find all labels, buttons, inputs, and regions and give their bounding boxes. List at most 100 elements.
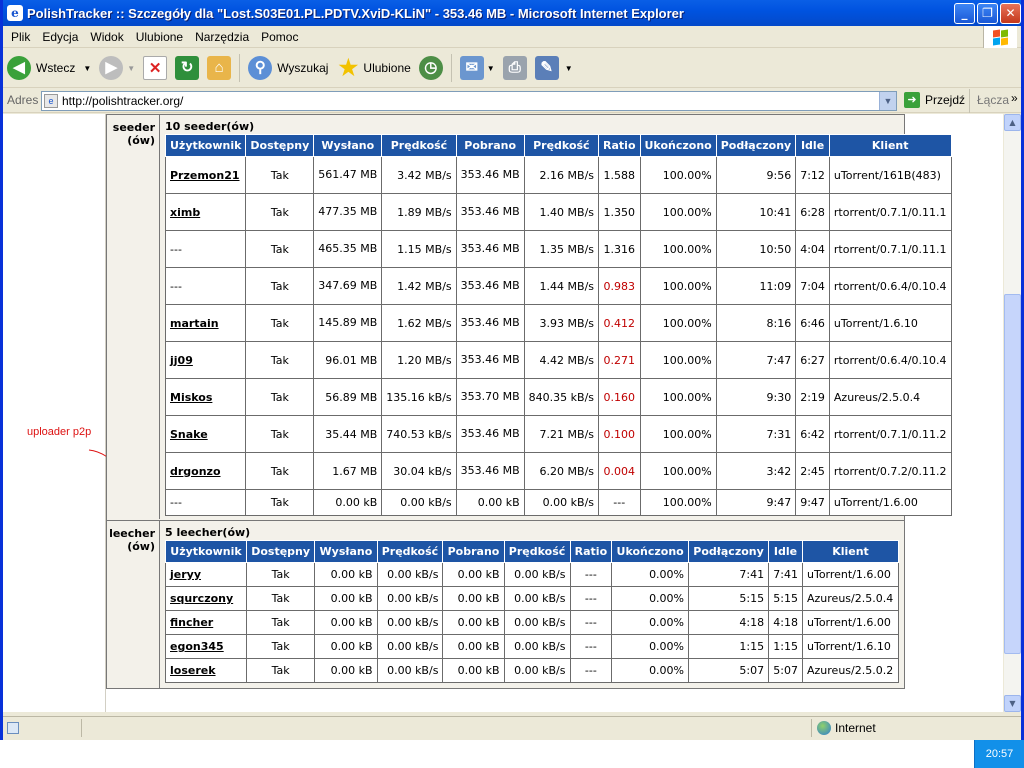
leechers-table: Użytkownik Dostępny Wysłano Prędkość Pobrano… — [165, 540, 899, 683]
scroll-down-icon[interactable]: ▼ — [1004, 695, 1021, 712]
downloaded-cell: 0.00 kB — [442, 658, 505, 683]
upload-speed-cell: 0.00 kB/s — [376, 634, 444, 659]
print-button[interactable]: ⎙ — [499, 51, 531, 85]
links-label[interactable]: Łącza — [977, 93, 1009, 107]
globe-icon — [817, 721, 831, 735]
column-header: Idle — [768, 540, 803, 563]
column-header: Klient — [828, 134, 952, 157]
close-button[interactable]: ✕ — [1000, 3, 1021, 24]
chevron-right-icon[interactable]: » — [1011, 91, 1018, 105]
client-cell: uTorrent/1.6.00 — [828, 489, 952, 516]
idle-cell: 6:42 — [795, 415, 830, 453]
chevron-down-icon: ▼ — [127, 63, 136, 73]
search-icon: ⚲ — [248, 56, 273, 80]
search-button[interactable]: ⚲ Wyszukaj — [244, 51, 332, 85]
menu-tools[interactable]: Narzędzia — [189, 30, 255, 44]
user-cell[interactable]: fincher — [165, 610, 247, 635]
menu-edit[interactable]: Edycja — [36, 30, 84, 44]
title-bar: e PolishTracker :: Szczegóły dla "Lost.S… — [3, 0, 1021, 26]
completed-cell: 100.00% — [639, 452, 717, 490]
system-clock: 20:57 — [974, 740, 1024, 768]
user-cell[interactable]: jj09 — [164, 341, 247, 379]
table-row: ximb Tak 477.35 MB 1.89 MB/s 353.46 MB 1.40 M… — [164, 193, 952, 231]
search-label: Wyszukaj — [277, 61, 329, 75]
maximize-button[interactable]: ❐ — [977, 3, 998, 24]
seeders-section: seeder (ów) 10 seeder(ów) Użytkownik Dost… — [107, 115, 952, 520]
ratio-cell: 0.983 — [598, 267, 641, 305]
table-row: Przemon21 Tak 561.47 MB 3.42 MB/s 353.46 MB 2… — [164, 156, 952, 194]
download-speed-cell: 0.00 kB/s — [503, 610, 571, 635]
edit-button[interactable]: ✎ ▼ — [531, 51, 577, 85]
table-row: Snake Tak 35.44 MB 740.53 kB/s 353.46 MB 7.21… — [164, 415, 952, 453]
go-button[interactable]: Przejdź — [925, 93, 965, 107]
column-header: Ratio — [569, 540, 613, 563]
column-header: Klient — [802, 540, 899, 563]
taskbar: 20:57 — [0, 740, 1024, 768]
client-cell: Azureus/2.5.0.4 — [828, 378, 952, 416]
stop-button[interactable]: ✕ — [139, 51, 171, 85]
user-cell[interactable]: martain — [164, 304, 247, 342]
user-cell[interactable]: jeryy — [165, 562, 247, 587]
forward-button[interactable]: ▶ ▼ — [95, 51, 139, 85]
download-speed-cell: 840.35 kB/s — [523, 378, 600, 416]
user-cell[interactable]: drgonzo — [164, 452, 247, 490]
idle-cell: 7:12 — [795, 156, 830, 194]
user-cell[interactable]: Miskos — [164, 378, 247, 416]
download-speed-cell: 0.00 kB/s — [503, 658, 571, 683]
annotation-text: uploader p2p — [27, 426, 92, 438]
ratio-cell: 1.350 — [598, 193, 641, 231]
connected-cell: 8:16 — [715, 304, 797, 342]
go-arrow-icon[interactable]: ➜ — [904, 92, 920, 108]
download-speed-cell: 6.20 MB/s — [523, 452, 600, 490]
uploaded-cell: 56.89 MB — [313, 378, 383, 416]
menu-help[interactable]: Pomoc — [255, 30, 304, 44]
downloaded-cell: 0.00 kB — [455, 489, 525, 516]
user-cell[interactable]: Snake — [164, 415, 247, 453]
address-input[interactable]: e http://polishtracker.org/ ▼ — [41, 91, 897, 111]
back-label: Wstecz — [36, 61, 76, 75]
client-cell: rtorrent/0.7.1/0.11.2 — [828, 415, 952, 453]
menu-favorites[interactable]: Ulubione — [130, 30, 189, 44]
completed-cell: 100.00% — [639, 304, 717, 342]
idle-cell: 7:41 — [768, 562, 803, 587]
home-button[interactable]: ⌂ — [203, 51, 235, 85]
back-button[interactable]: ◀ Wstecz ▼ — [3, 51, 95, 85]
minimize-button[interactable]: _ — [954, 3, 975, 24]
client-cell: rtorrent/0.7.2/0.11.2 — [828, 452, 952, 490]
uploaded-cell: 0.00 kB — [314, 586, 378, 611]
left-panel — [13, 114, 106, 712]
user-cell[interactable]: Przemon21 — [164, 156, 247, 194]
connected-cell: 7:31 — [715, 415, 797, 453]
user-cell[interactable]: egon345 — [165, 634, 247, 659]
vertical-scrollbar[interactable]: ▲ ▼ — [1004, 114, 1021, 712]
toolbar-separator — [969, 89, 970, 113]
column-header: Prędkość — [381, 134, 457, 157]
available-cell: Tak — [245, 341, 315, 379]
scroll-thumb[interactable] — [1004, 294, 1021, 654]
user-cell[interactable]: loserek — [165, 658, 247, 683]
refresh-button[interactable]: ↻ — [171, 51, 203, 85]
column-header: Dostępny — [245, 540, 316, 563]
table-row: squrczony Tak 0.00 kB 0.00 kB/s 0.00 kB 0.00 … — [165, 586, 899, 611]
user-cell[interactable]: squrczony — [165, 586, 247, 611]
completed-cell: 0.00% — [611, 562, 690, 587]
mail-button[interactable]: ✉ ▼ — [456, 51, 499, 85]
download-speed-cell: 1.40 MB/s — [523, 193, 600, 231]
menu-file[interactable]: Plik — [3, 30, 36, 44]
idle-cell: 1:15 — [768, 634, 803, 659]
ratio-cell: 0.160 — [598, 378, 641, 416]
chevron-down-icon[interactable]: ▼ — [879, 92, 896, 110]
favorites-button[interactable]: ★ Ulubione — [332, 51, 414, 85]
downloaded-cell: 0.00 kB — [442, 610, 505, 635]
user-cell[interactable]: ximb — [164, 193, 247, 231]
upload-speed-cell: 1.20 MB/s — [381, 341, 457, 379]
status-divider — [811, 719, 812, 737]
table-row: loserek Tak 0.00 kB 0.00 kB/s 0.00 kB 0.00 kB… — [165, 658, 899, 683]
uploaded-cell: 347.69 MB — [313, 267, 383, 305]
menu-view[interactable]: Widok — [84, 30, 129, 44]
user-cell: --- — [164, 267, 247, 305]
chevron-down-icon: ▼ — [83, 63, 92, 73]
scroll-up-icon[interactable]: ▲ — [1004, 114, 1021, 131]
idle-cell: 2:19 — [795, 378, 830, 416]
history-button[interactable]: ◷ — [415, 51, 447, 85]
